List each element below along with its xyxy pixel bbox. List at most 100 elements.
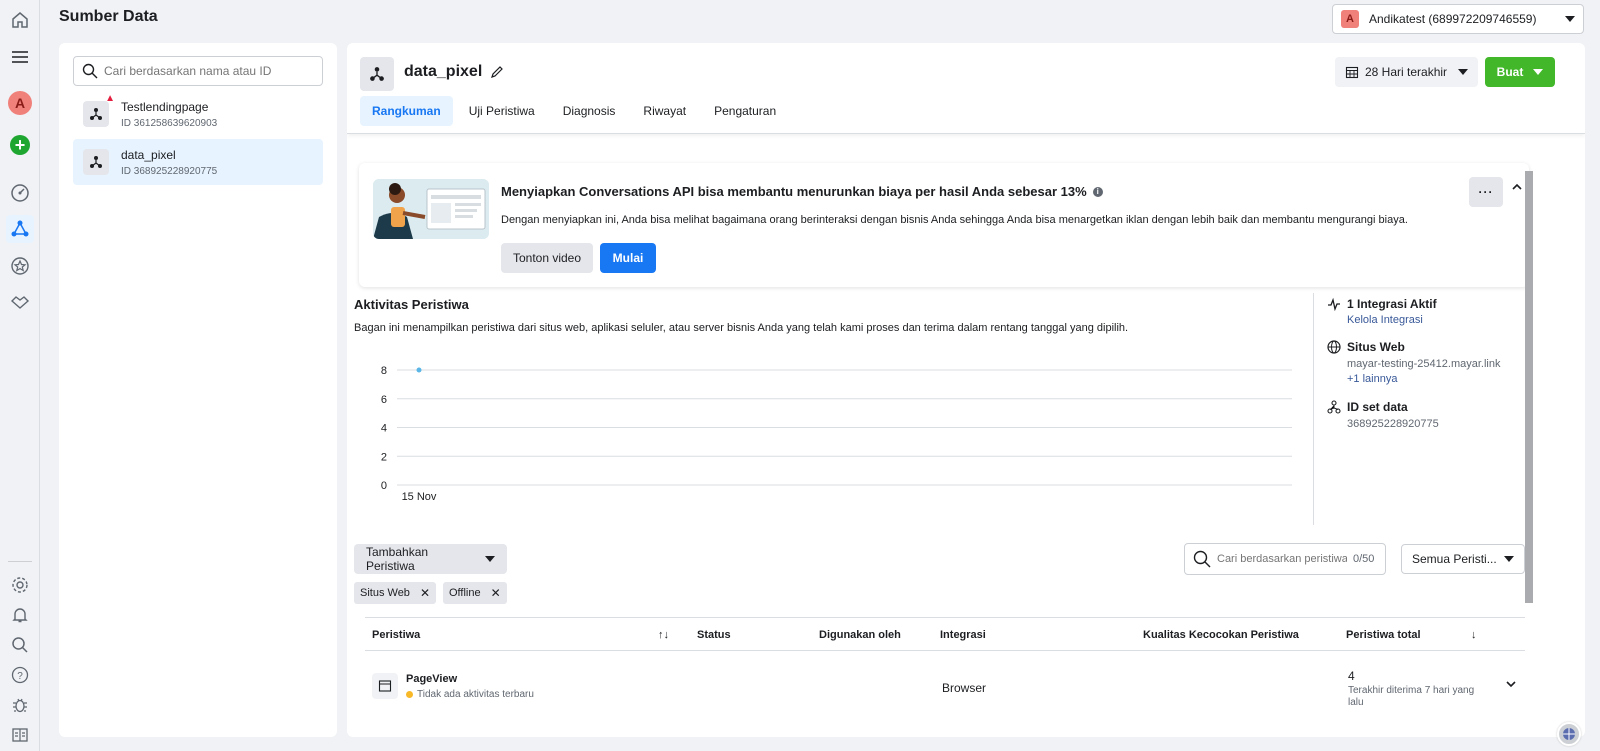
sort-icon[interactable]: ↑↓: [658, 629, 669, 641]
page-title: Sumber Data: [59, 8, 158, 25]
globe-icon[interactable]: [1557, 722, 1581, 746]
close-icon[interactable]: ✕: [491, 586, 501, 600]
tab-uji-peristiwa[interactable]: Uji Peristiwa: [457, 96, 547, 126]
warning-icon: ▲: [105, 93, 115, 104]
activity-icon: [1328, 297, 1340, 311]
manage-integrations-link[interactable]: Kelola Integrasi: [1347, 314, 1437, 326]
tab-pengaturan[interactable]: Pengaturan: [702, 96, 788, 126]
col-match-quality: Kualitas Kecocokan Peristiwa: [1143, 629, 1299, 641]
chevron-up-icon[interactable]: [1511, 181, 1523, 195]
event-search[interactable]: 0/50: [1184, 543, 1386, 575]
website-info: Situs Web mayar-testing-25412.mayar.link…: [1327, 340, 1500, 385]
x-tick-label: 15 Nov: [402, 491, 437, 500]
filter-chip-offline[interactable]: Offline ✕: [443, 582, 507, 604]
search-icon: [82, 63, 98, 79]
website-more-link[interactable]: +1 lainnya: [1347, 373, 1500, 385]
arrow-down-icon[interactable]: ↓: [1471, 629, 1477, 641]
page-icon: [372, 673, 398, 699]
promo-title: Menyiapkan Conversations API bisa memban…: [501, 184, 1103, 199]
source-search[interactable]: [73, 56, 323, 86]
star-icon[interactable]: [6, 252, 34, 280]
close-icon[interactable]: ✕: [420, 586, 430, 600]
chevron-down-icon[interactable]: [1505, 679, 1517, 692]
source-name: Testlendingpage: [121, 99, 209, 114]
event-status-note: Tidak ada aktivitas terbaru: [406, 689, 534, 700]
handshake-icon[interactable]: [6, 288, 34, 316]
source-item-data-pixel[interactable]: data_pixel ID 368925228920775: [73, 139, 323, 185]
tab-riwayat[interactable]: Riwayat: [631, 96, 698, 126]
start-button[interactable]: Mulai: [600, 243, 656, 273]
tab-diagnosis[interactable]: Diagnosis: [551, 96, 628, 126]
create-button[interactable]: Buat: [1485, 57, 1555, 87]
dashboard-icon[interactable]: [6, 179, 34, 207]
col-total[interactable]: Peristiwa total: [1346, 629, 1421, 641]
chevron-down-icon: [485, 556, 495, 562]
search-icon: [1193, 550, 1211, 568]
activity-description: Bagan ini menampilkan peristiwa dari sit…: [354, 322, 1129, 334]
data-source-list: ▲ Testlendingpage ID 361258639620903 dat…: [59, 43, 337, 737]
settings-icon[interactable]: [6, 571, 34, 599]
edit-icon[interactable]: [490, 65, 504, 79]
col-event[interactable]: Peristiwa: [372, 629, 420, 641]
add-event-button[interactable]: Tambahkan Peristiwa: [354, 544, 507, 574]
dataset-icon: [1327, 400, 1341, 414]
home-icon[interactable]: [6, 6, 34, 34]
add-event-label: Tambahkan Peristiwa: [366, 545, 429, 573]
chip-label: Situs Web: [360, 587, 410, 599]
dataset-title: ID set data: [1347, 400, 1408, 414]
account-select[interactable]: A Andikatest (689972209746559): [1332, 4, 1584, 34]
source-name: data_pixel: [121, 147, 176, 162]
website-title: Situs Web: [1347, 340, 1405, 354]
table-row[interactable]: PageView Tidak ada aktivitas terbaru Bro…: [365, 651, 1525, 721]
date-range-button[interactable]: 28 Hari terakhir: [1335, 57, 1478, 87]
divider: [1313, 293, 1314, 525]
source-search-input[interactable]: [104, 64, 304, 78]
event-total: 4: [1348, 669, 1355, 683]
add-icon[interactable]: +: [6, 131, 34, 159]
data-sources-icon[interactable]: [6, 215, 34, 243]
search-icon[interactable]: [6, 631, 34, 659]
event-search-input[interactable]: [1217, 553, 1347, 565]
chevron-down-icon: [1533, 69, 1544, 75]
promo-title-text: Menyiapkan Conversations API bisa memban…: [501, 184, 1087, 199]
promo-description: Dengan menyiapkan ini, Anda bisa melihat…: [501, 214, 1408, 226]
status-dot: [406, 691, 413, 698]
source-id: ID 368925228920775: [121, 165, 218, 177]
account-name: Andikatest (689972209746559): [1369, 12, 1537, 26]
calendar-icon: [1345, 66, 1359, 79]
event-filter-select[interactable]: Semua Peristi...: [1401, 544, 1525, 574]
rail-divider: [8, 561, 32, 562]
filter-chip-website[interactable]: Situs Web ✕: [354, 582, 436, 604]
chevron-down-icon: [1504, 556, 1514, 562]
website-value: mayar-testing-25412.mayar.link: [1347, 358, 1501, 370]
events-table: Peristiwa ↑↓ Status Digunakan oleh Integ…: [365, 617, 1525, 721]
tab-rangkuman[interactable]: Rangkuman: [360, 96, 453, 126]
more-options-button[interactable]: ···: [1469, 177, 1503, 207]
integrations-title: 1 Integrasi Aktif: [1347, 297, 1437, 311]
promo-card: Menyiapkan Conversations API bisa memban…: [359, 163, 1529, 287]
dataset-value: 368925228920775: [1347, 418, 1439, 430]
pixel-title: data_pixel: [404, 63, 504, 81]
svg-text:?: ?: [17, 671, 23, 682]
scroll-thumb[interactable]: [1525, 171, 1533, 603]
panel-toggle-icon[interactable]: [6, 721, 34, 749]
source-item-testlendingpage[interactable]: ▲ Testlendingpage ID 361258639620903: [73, 91, 323, 137]
col-integration: Integrasi: [940, 629, 986, 641]
avatar[interactable]: A: [6, 89, 34, 117]
pixel-icon: [360, 57, 394, 91]
help-icon[interactable]: ?: [6, 661, 34, 689]
menu-icon[interactable]: [6, 43, 34, 71]
event-integration: Browser: [942, 681, 987, 695]
info-icon[interactable]: i: [1092, 186, 1103, 197]
y-tick-label: 6: [381, 394, 387, 406]
y-tick-label: 8: [381, 365, 387, 377]
bug-icon[interactable]: [6, 691, 34, 719]
watch-video-button[interactable]: Tonton video: [501, 243, 593, 273]
data-point[interactable]: [416, 367, 422, 373]
bell-icon[interactable]: [6, 601, 34, 629]
left-rail: A + ?: [0, 0, 40, 751]
table-header: Peristiwa ↑↓ Status Digunakan oleh Integ…: [365, 617, 1525, 651]
pixel-name: data_pixel: [404, 63, 483, 80]
scrollbar[interactable]: [1523, 155, 1533, 737]
integrations-info: 1 Integrasi Aktif Kelola Integrasi: [1327, 297, 1437, 326]
